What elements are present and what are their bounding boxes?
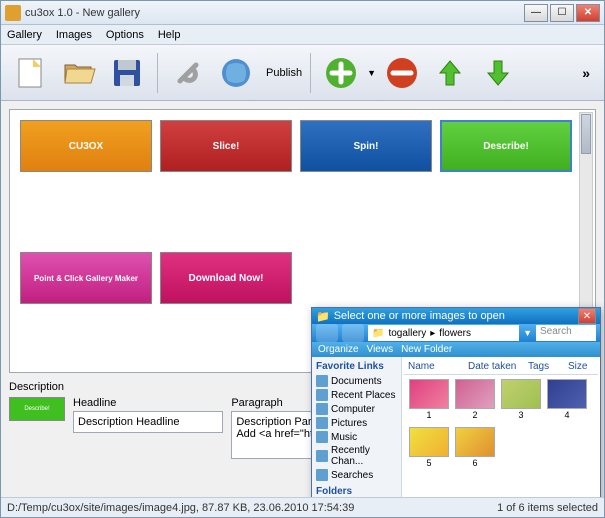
path-breadcrumb[interactable]: 📁togallery▸flowers — [368, 325, 519, 341]
nav-forward-button[interactable] — [342, 324, 364, 342]
status-path: D:/Temp/cu3ox/site/images/image4.jpg, 87… — [7, 502, 497, 514]
gallery-thumb-1[interactable]: CU3OX — [20, 120, 152, 172]
file-thumb-4[interactable]: 4 — [546, 379, 588, 423]
add-button[interactable] — [319, 51, 363, 95]
publish-label: Publish — [266, 67, 302, 79]
search-input[interactable]: Search — [536, 325, 596, 341]
status-selection: 1 of 6 items selected — [497, 502, 598, 514]
menu-options[interactable]: Options — [106, 29, 144, 41]
fav-music[interactable]: Music — [316, 430, 397, 444]
close-button[interactable]: ✕ — [576, 4, 600, 22]
add-dropdown-icon[interactable]: ▼ — [367, 68, 376, 78]
fav-recently[interactable]: Recently Chan... — [316, 444, 397, 468]
file-thumb-1[interactable]: 1 — [408, 379, 450, 423]
open-button[interactable] — [57, 51, 101, 95]
move-down-button[interactable] — [476, 51, 520, 95]
gallery-thumb-4[interactable]: Describe! — [440, 120, 572, 172]
file-thumb-2[interactable]: 2 — [454, 379, 496, 423]
separator — [310, 53, 311, 93]
maximize-button[interactable]: ☐ — [550, 4, 574, 22]
gallery-thumb-6[interactable]: Download Now! — [160, 252, 292, 304]
favorites-header: Favorite Links — [316, 361, 397, 372]
dialog-sidebar: Favorite Links Documents Recent Places C… — [312, 357, 402, 497]
dialog-nav: 📁togallery▸flowers ▼ Search — [312, 324, 600, 342]
headline-label: Headline — [73, 397, 223, 409]
dialog-titlebar: 📁 Select one or more images to open ✕ — [312, 308, 600, 324]
views-button[interactable]: Views — [367, 344, 394, 355]
gallery-thumb-5[interactable]: Point & Click Gallery Maker — [20, 252, 152, 304]
file-thumb-5[interactable]: 5 — [408, 427, 450, 471]
description-thumb[interactable]: Describe! — [9, 397, 65, 421]
dialog-content: Name Date taken Tags Size 1 2 3 4 5 6 — [402, 357, 600, 497]
window-title: cu3ox 1.0 - New gallery — [25, 7, 524, 19]
fav-documents[interactable]: Documents — [316, 374, 397, 388]
organize-button[interactable]: Organize — [318, 344, 359, 355]
nav-back-button[interactable] — [316, 324, 338, 342]
titlebar: cu3ox 1.0 - New gallery — ☐ ✕ — [1, 1, 604, 25]
statusbar: D:/Temp/cu3ox/site/images/image4.jpg, 87… — [1, 497, 604, 517]
gallery-thumb-3[interactable]: Spin! — [300, 120, 432, 172]
fav-computer[interactable]: Computer — [316, 402, 397, 416]
publish-button[interactable] — [214, 51, 258, 95]
menu-gallery[interactable]: Gallery — [7, 29, 42, 41]
file-thumb-6[interactable]: 6 — [454, 427, 496, 471]
app-icon — [5, 5, 21, 21]
menubar: Gallery Images Options Help — [1, 25, 604, 45]
main-area: CU3OX Slice! Spin! Describe! Point & Cli… — [1, 101, 604, 497]
dialog-toolbar: Organize Views New Folder — [312, 342, 600, 357]
dialog-title: Select one or more images to open — [334, 310, 578, 322]
fav-searches[interactable]: Searches — [316, 468, 397, 482]
remove-button[interactable] — [380, 51, 424, 95]
menu-images[interactable]: Images — [56, 29, 92, 41]
file-open-dialog: 📁 Select one or more images to open ✕ 📁t… — [311, 307, 601, 497]
minimize-button[interactable]: — — [524, 4, 548, 22]
folders-header[interactable]: Folders — [316, 486, 397, 497]
wrench-button[interactable] — [166, 51, 210, 95]
new-button[interactable] — [9, 51, 53, 95]
headline-input[interactable] — [73, 411, 223, 433]
file-thumb-3[interactable]: 3 — [500, 379, 542, 423]
menu-help[interactable]: Help — [158, 29, 181, 41]
column-headers[interactable]: Name Date taken Tags Size — [404, 359, 598, 375]
dialog-close-button[interactable]: ✕ — [578, 308, 596, 324]
overflow-button[interactable]: » — [576, 65, 596, 81]
file-icon: 📁 — [316, 310, 330, 323]
separator — [157, 53, 158, 93]
move-up-button[interactable] — [428, 51, 472, 95]
save-button[interactable] — [105, 51, 149, 95]
fav-pictures[interactable]: Pictures — [316, 416, 397, 430]
new-folder-button[interactable]: New Folder — [401, 344, 452, 355]
gallery-thumb-2[interactable]: Slice! — [160, 120, 292, 172]
fav-recent[interactable]: Recent Places — [316, 388, 397, 402]
toolbar: Publish ▼ » — [1, 45, 604, 101]
